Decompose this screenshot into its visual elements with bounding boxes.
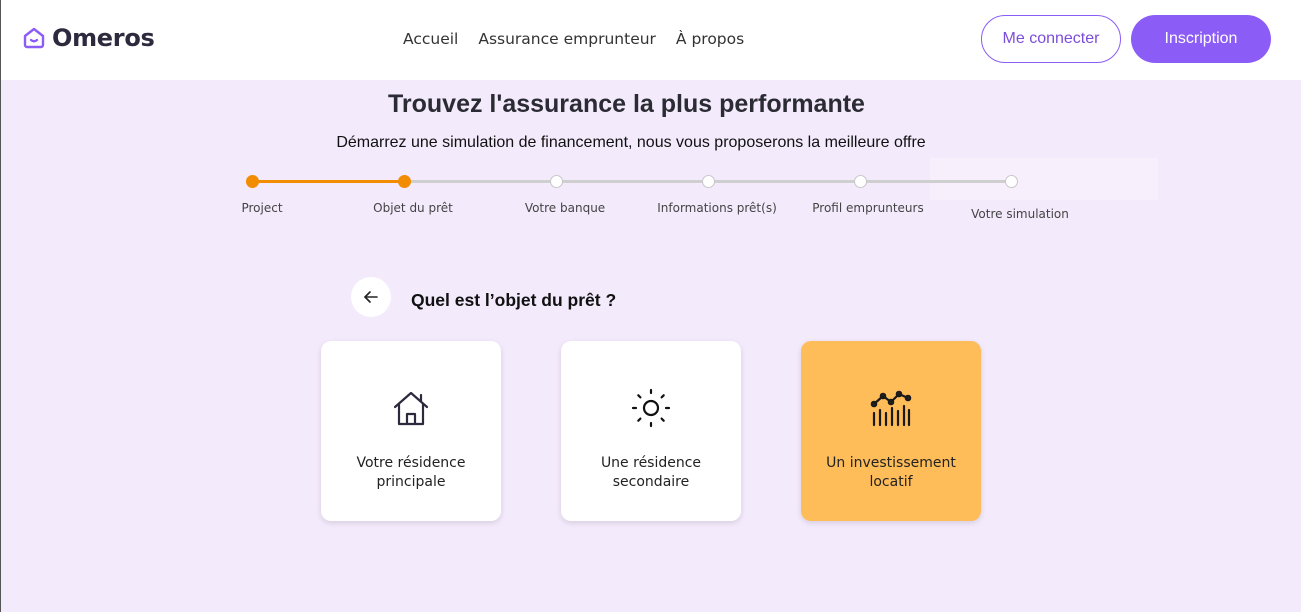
sun-icon bbox=[631, 388, 671, 428]
chart-icon bbox=[870, 390, 912, 427]
step-dot-simulation bbox=[1005, 175, 1018, 188]
stepper-progress bbox=[252, 180, 404, 183]
option-label-line2: secondaire bbox=[612, 474, 690, 490]
step-dot-profil bbox=[854, 175, 867, 188]
step-dot-project bbox=[246, 175, 259, 188]
step-dot-informations bbox=[702, 175, 715, 188]
brand-name: Omeros bbox=[52, 24, 155, 52]
back-button[interactable] bbox=[351, 277, 391, 317]
nav-link-a-propos[interactable]: À propos bbox=[676, 30, 744, 48]
step-label-objet: Objet du prêt bbox=[373, 201, 453, 215]
nav-link-assurance-emprunteur[interactable]: Assurance emprunteur bbox=[478, 30, 656, 48]
step-dot-banque bbox=[550, 175, 563, 188]
login-button[interactable]: Me connecter bbox=[981, 15, 1121, 63]
stepper-highlight bbox=[930, 158, 1158, 200]
option-card-residence-secondaire[interactable]: Une résidence secondaire bbox=[561, 341, 741, 521]
option-label: Votre résidence principale bbox=[321, 454, 501, 492]
main-nav: Accueil Assurance emprunteur À propos bbox=[403, 30, 744, 48]
question-heading: Quel est l’objet du prêt ? bbox=[411, 290, 617, 310]
option-card-residence-principale[interactable]: Votre résidence principale bbox=[321, 341, 501, 521]
arrow-left-icon bbox=[364, 291, 378, 303]
step-label-informations: Informations prêt(s) bbox=[657, 201, 777, 215]
nav-link-accueil[interactable]: Accueil bbox=[403, 30, 458, 48]
option-label-line1: Votre résidence bbox=[356, 455, 466, 471]
page-subtitle: Démarrez une simulation de financement, … bbox=[336, 134, 926, 151]
option-card-investissement-locatif[interactable]: Un investissement locatif bbox=[801, 341, 981, 521]
option-label: Un investissement locatif bbox=[801, 454, 981, 492]
option-label-line2: locatif bbox=[869, 474, 913, 490]
option-label-line1: Une résidence bbox=[600, 455, 702, 471]
house-logo-icon bbox=[23, 27, 45, 49]
signup-button[interactable]: Inscription bbox=[1131, 15, 1271, 63]
step-label-simulation: Votre simulation bbox=[971, 207, 1069, 221]
step-label-profil: Profil emprunteurs bbox=[812, 201, 924, 215]
house-icon bbox=[393, 391, 429, 426]
brand-logo[interactable]: Omeros bbox=[22, 24, 155, 52]
page-title: Trouvez l'assurance la plus performante bbox=[388, 90, 865, 118]
option-label-line1: Un investissement bbox=[826, 455, 956, 471]
step-label-project: Project bbox=[241, 201, 283, 215]
option-label: Une résidence secondaire bbox=[561, 454, 741, 492]
option-label-line2: principale bbox=[376, 474, 446, 490]
step-label-banque: Votre banque bbox=[524, 201, 606, 215]
step-dot-objet bbox=[398, 175, 411, 188]
top-header: Omeros Accueil Assurance emprunteur À pr… bbox=[1, 0, 1301, 80]
